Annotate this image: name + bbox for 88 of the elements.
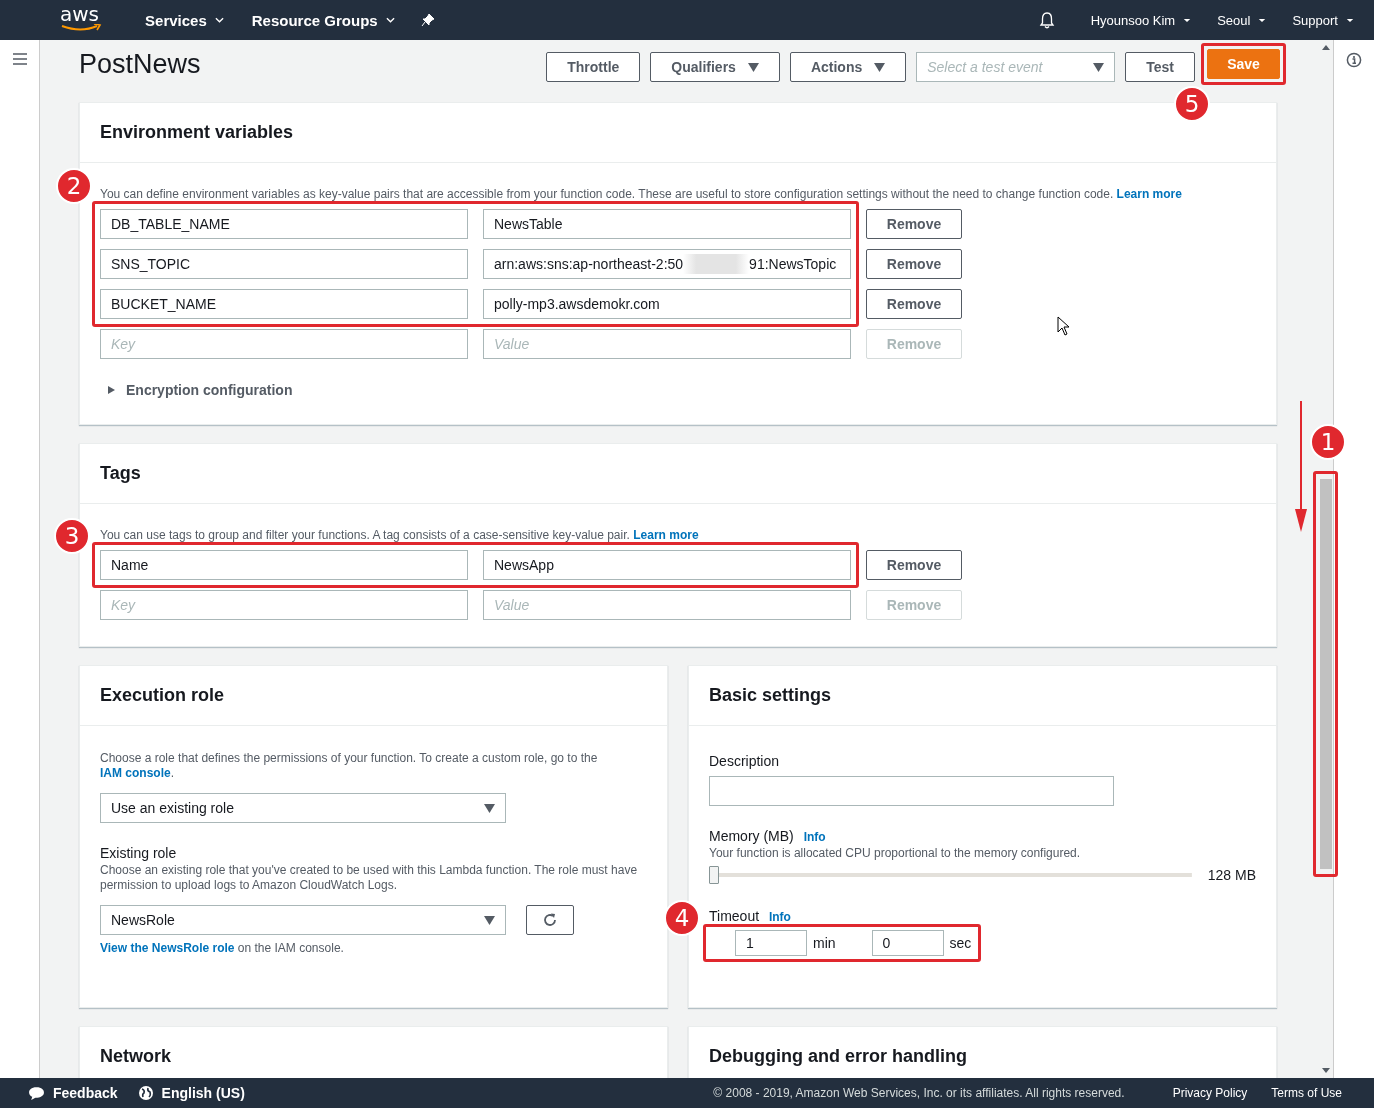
callout-number: 2 [56,168,92,204]
learn-more-link[interactable]: Learn more [1116,187,1182,201]
description-text: You can define environment variables as key-value pairs that are accessible from your function code. These are useful to store configuration settings without the need to change function code. Learn more [100,187,1183,202]
caret-icon [484,915,495,925]
caret-icon [214,17,224,23]
scroll-down-icon[interactable] [1321,1068,1330,1073]
remove-button[interactable]: Remove [866,289,962,319]
function-title: PostNews [79,49,201,79]
field-label: Existing role [100,845,178,861]
caret-icon [1093,62,1105,72]
value-field[interactable]: polly-mp3.awsdemokr.com [483,289,851,319]
notifications-bell-icon[interactable] [1038,11,1055,29]
key-field[interactable]: SNS_TOPIC [100,249,468,279]
value-field[interactable]: NewsTable [483,209,851,239]
encryption-toggle[interactable]: Encryption configuration [106,382,293,398]
role-mode-select[interactable]: Use an existing role [100,793,506,823]
expand-triangle-icon [106,385,116,395]
account-menu[interactable]: Support [1292,12,1354,28]
caret-icon [1258,17,1267,23]
field-label: Description [709,753,781,769]
nav-menu[interactable]: Resource Groups [251,11,395,29]
refresh-button[interactable] [526,905,574,935]
dropdown-button[interactable]: Qualifiers [650,52,780,82]
footer-link[interactable]: Terms of Use [1271,1086,1342,1100]
caret-icon [385,17,395,23]
remove-button[interactable]: Remove [866,249,962,279]
key-field[interactable]: BUCKET_NAME [100,289,468,319]
dropdown-button[interactable]: Actions [789,52,907,82]
caret-icon [747,62,759,72]
globe-icon [137,1085,154,1101]
refresh-icon [542,912,558,928]
caret-icon [874,62,886,72]
field-label: Memory (MB) [709,828,794,844]
mouse-pointer-icon [1057,316,1071,336]
toolbar-button[interactable]: Throttle [546,52,641,82]
nav-menu[interactable]: Services [145,11,224,29]
key-field[interactable]: Name [100,550,468,580]
scroll-up-icon[interactable] [1321,45,1330,50]
caret-icon [1346,17,1354,23]
remove-button[interactable]: Remove [866,550,962,580]
memory-reading: 128 MB [1207,867,1256,883]
remove-button[interactable]: Remove [866,209,962,239]
panel-title: Execution role [100,685,225,706]
feedback-link[interactable]: Feedback [28,1085,118,1101]
panel-title: Basic settings [709,685,832,706]
value-field[interactable]: NewsApp [483,550,851,580]
aws-logo[interactable]: aws [60,4,100,32]
toolbar-button[interactable]: Test [1125,52,1195,82]
menu-icon[interactable] [12,53,27,65]
footer-link[interactable]: Privacy Policy [1172,1086,1248,1100]
iam-console-link[interactable]: IAM console [100,766,171,780]
info-link[interactable]: Info [768,910,791,924]
role-select[interactable]: NewsRole [100,905,506,935]
info-link[interactable]: Info [803,830,826,844]
language-link[interactable]: English (US) [137,1085,245,1101]
pin-icon[interactable] [420,13,435,27]
caret-icon [484,803,495,813]
info-icon[interactable] [1346,52,1362,68]
speech-bubble-icon [28,1085,45,1101]
hint-text: Your function is allocated CPU proportional to the memory configured. [709,846,1082,861]
panel-title: Tags [100,463,141,484]
key-field[interactable]: DB_TABLE_NAME [100,209,468,239]
caret-icon [1183,17,1192,23]
unit-label: sec [949,935,972,951]
description-field[interactable] [709,776,1114,806]
unit-label: min [813,935,836,951]
minutes-field[interactable]: 1 [735,930,807,956]
panel-title: Debugging and error handling [709,1046,967,1067]
role-link-text: View the NewsRole role on the IAM console. [100,941,345,955]
account-menu[interactable]: Hyounsoo Kim [1090,12,1192,28]
description-text: Choose a role that defines the permissions of your function. To create a custom role, go to the IAM console. [100,751,599,781]
down-arrow-icon [1295,401,1307,533]
panel-title: Environment variables [100,122,294,143]
account-menu[interactable]: Seoul [1217,12,1267,28]
view-role-link[interactable]: View the NewsRole role [100,941,235,955]
value-field[interactable]: arn:aws:sns:ap-northeast-2:50 91:NewsTopic [483,249,851,279]
seconds-field[interactable]: 0 [871,930,944,956]
slider-handle[interactable] [709,866,719,884]
description-text: You can use tags to group and filter your functions. A tag consists of a case-sensitive key-value pair. Learn more [100,528,700,543]
copyright-text: © 2008 - 2019, Amazon Web Services, Inc. or its affiliates. All rights reserved. [713,1086,1125,1100]
callout-number: 3 [54,518,90,554]
field-label: Timeout [709,908,760,924]
panel-title: Network [100,1046,171,1067]
learn-more-link[interactable]: Learn more [633,528,699,542]
hint-text: Choose an existing role that you've created to be used with this Lambda function. The role must have permission to upload logs to Amazon CloudWatch Logs. [100,863,639,893]
callout-number: 4 [664,900,700,936]
callout-number: 5 [1174,86,1210,122]
scrollbar-thumb[interactable] [1313,471,1338,877]
